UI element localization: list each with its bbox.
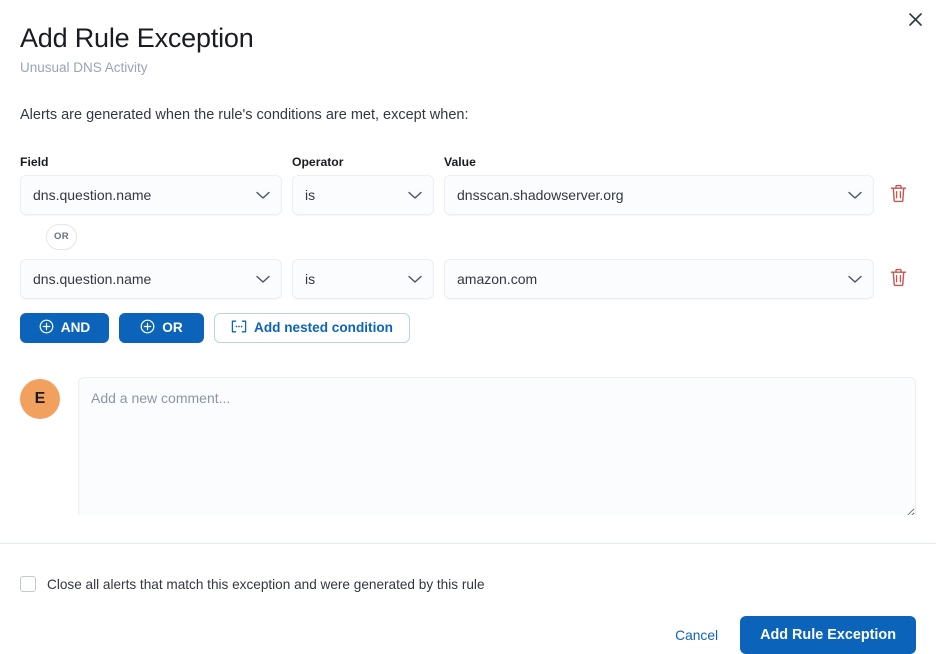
chevron-down-icon xyxy=(256,271,270,287)
chevron-down-icon xyxy=(848,187,862,203)
field-select-1[interactable]: dns.question.name xyxy=(20,258,282,299)
chevron-down-icon xyxy=(256,187,270,203)
add-nested-condition-button[interactable]: Add nested condition xyxy=(214,312,410,343)
trash-icon xyxy=(890,184,907,206)
add-or-condition-button[interactable]: OR xyxy=(119,312,204,343)
add-or-condition-label: OR xyxy=(162,320,183,336)
plus-circle-icon xyxy=(39,319,54,337)
chevron-down-icon xyxy=(408,271,422,287)
table-row: dns.question.name is dnsscan.shadowserve… xyxy=(20,174,916,215)
page-title: Add Rule Exception xyxy=(20,23,254,53)
condition-builder: Field Operator Value dns.question.name i… xyxy=(20,155,916,343)
builder-column-headers: Field Operator Value xyxy=(20,155,916,169)
modal-header: Add Rule Exception Unusual DNS Activity xyxy=(0,0,936,77)
avatar: E xyxy=(20,378,60,419)
delete-condition-button-0[interactable] xyxy=(884,181,912,209)
column-label-operator: Operator xyxy=(292,154,344,169)
close-button[interactable] xyxy=(900,4,930,34)
value-select-0[interactable]: dnsscan.shadowserver.org xyxy=(444,174,874,215)
delete-condition-button-1[interactable] xyxy=(884,265,912,293)
value-select-value-1: amazon.com xyxy=(457,270,538,287)
add-rule-exception-modal: Add Rule Exception Unusual DNS Activity … xyxy=(0,0,936,654)
operator-select-0[interactable]: is xyxy=(292,174,434,215)
modal-subtitle: Unusual DNS Activity xyxy=(20,60,148,76)
footer-actions: Cancel Add Rule Exception xyxy=(20,616,916,654)
close-icon xyxy=(908,12,922,26)
value-select-1[interactable]: amazon.com xyxy=(444,258,874,299)
exception-description: Alerts are generated when the rule's con… xyxy=(20,106,469,123)
modal-footer: Close all alerts that match this excepti… xyxy=(0,544,936,654)
column-label-field: Field xyxy=(20,154,49,169)
add-nested-condition-label: Add nested condition xyxy=(254,320,393,336)
operator-select-value-1: is xyxy=(305,270,316,287)
chevron-down-icon xyxy=(408,187,422,203)
value-select-value-0: dnsscan.shadowserver.org xyxy=(457,186,624,203)
field-select-0[interactable]: dns.question.name xyxy=(20,174,282,215)
close-alerts-option: Close all alerts that match this excepti… xyxy=(20,576,916,592)
add-and-condition-button[interactable]: AND xyxy=(20,312,109,343)
add-rule-exception-button[interactable]: Add Rule Exception xyxy=(740,616,916,654)
comment-section: E xyxy=(20,376,916,515)
delete-condition-cell-1 xyxy=(884,265,916,293)
condition-joiner: OR xyxy=(20,215,916,259)
operator-select-value-0: is xyxy=(305,186,316,203)
close-alerts-checkbox[interactable] xyxy=(20,576,36,592)
add-and-condition-label: AND xyxy=(60,320,91,336)
plus-circle-icon xyxy=(140,319,155,337)
chevron-down-icon xyxy=(848,271,862,287)
delete-condition-cell-0 xyxy=(884,181,916,209)
builder-actions: AND OR Add nested condition xyxy=(20,312,916,343)
joiner-badge: OR xyxy=(46,223,77,250)
trash-icon xyxy=(890,268,907,290)
operator-select-1[interactable]: is xyxy=(292,258,434,299)
comment-textarea[interactable] xyxy=(78,376,916,515)
column-label-value: Value xyxy=(444,154,476,169)
modal-body: Alerts are generated when the rule's con… xyxy=(0,77,936,515)
cancel-button[interactable]: Cancel xyxy=(675,628,718,643)
table-row: dns.question.name is amazon.com xyxy=(20,258,916,299)
comment-input-wrap xyxy=(78,376,916,515)
field-select-value-1: dns.question.name xyxy=(33,270,152,287)
close-alerts-label[interactable]: Close all alerts that match this excepti… xyxy=(47,577,485,592)
nested-brackets-icon xyxy=(231,320,247,336)
field-select-value-0: dns.question.name xyxy=(33,186,152,203)
